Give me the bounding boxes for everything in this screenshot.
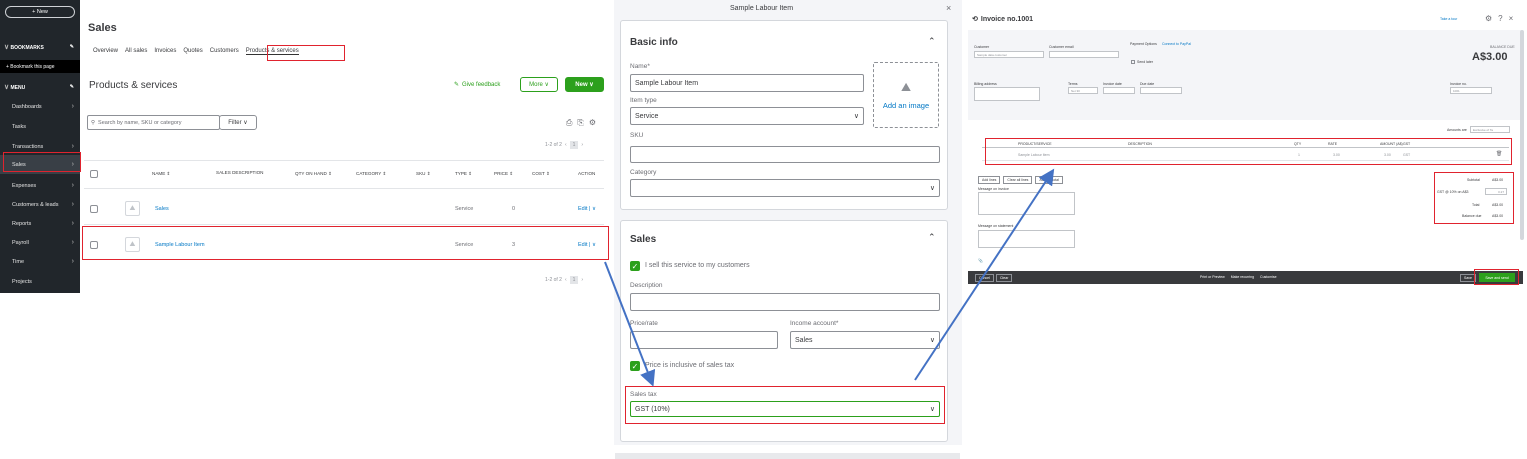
- arrow-to-invoice: [914, 168, 1055, 381]
- annotation-arrows: [604, 168, 1055, 387]
- arrow-to-sales-tax: [604, 261, 656, 387]
